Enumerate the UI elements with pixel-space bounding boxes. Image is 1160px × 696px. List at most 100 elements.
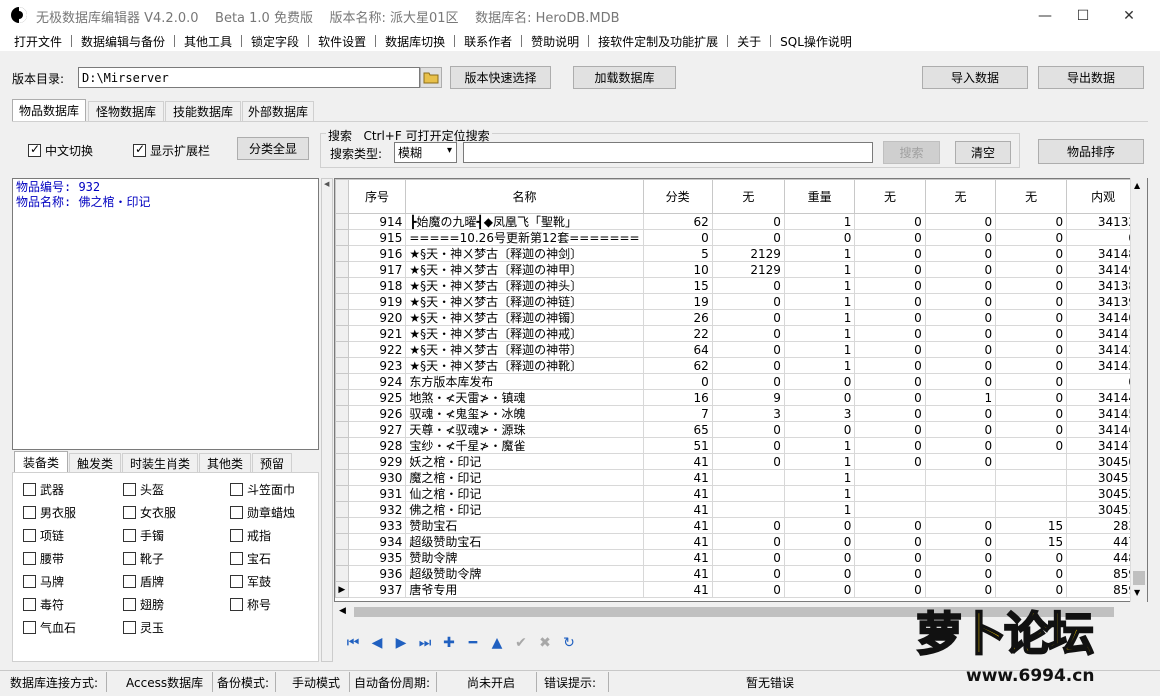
table-cell[interactable]: 3 [711,405,785,422]
row-indicator[interactable] [335,485,349,502]
table-row[interactable]: 920 ★§天・神ㄨ梦古〔释迦の神镯〕 26 0 1 0 0 0 34140 [335,309,1147,326]
table-cell[interactable]: 0 [783,421,856,438]
category-checkbox[interactable]: 翅膀 [123,596,164,613]
table-cell[interactable]: 0 [711,373,785,390]
category-checkbox[interactable]: 勋章蜡烛 [230,504,295,521]
table-cell[interactable]: 0 [711,229,785,246]
maximize-button[interactable]: ☐ [1060,0,1106,31]
table-cell[interactable]: 926 [347,405,407,422]
table-row[interactable]: 916 ★§天・神ㄨ梦古〔释迦の神剑〕 5 2129 1 0 0 0 34148 [335,245,1147,262]
table-cell[interactable]: ★§天・神ㄨ梦古〔释迦の神镯〕 [405,309,644,326]
table-cell[interactable] [711,501,785,518]
table-cell[interactable]: 0 [783,517,856,534]
table-cell[interactable] [924,469,997,486]
load-db-button[interactable]: 加载数据库 [573,66,676,89]
table-cell[interactable]: 10 [642,261,713,278]
table-cell[interactable]: 34147 [1066,437,1140,454]
quick-select-button[interactable]: 版本快速选择 [450,66,551,89]
table-row[interactable]: 914 ┣始魔の九曜┫◆凤凰飞「聖靴」 62 0 1 0 0 0 34132 [335,213,1147,230]
table-row[interactable]: 931 仙之棺・印记 41 1 30452 [335,485,1147,502]
table-cell[interactable]: 7 [642,405,713,422]
menu-db-switch[interactable]: 数据库切换 [376,33,454,50]
table-row[interactable]: 930 魔之棺・印记 41 1 30451 [335,469,1147,486]
table-cell[interactable]: 922 [347,341,407,358]
table-cell[interactable]: 0 [924,549,997,566]
table-cell[interactable]: 0 [854,405,926,422]
table-cell[interactable]: 34132 [1066,213,1140,230]
table-cell[interactable]: 东方版本库发布 [405,373,644,390]
table-cell[interactable] [854,485,926,502]
table-cell[interactable]: 931 [347,485,407,502]
category-checkbox[interactable]: 马牌 [23,573,64,590]
table-cell[interactable]: ★§天・神ㄨ梦古〔释迦の神头〕 [405,277,644,294]
column-header[interactable]: 重量 [783,179,856,214]
table-cell[interactable]: 34143 [1066,357,1140,374]
table-cell[interactable]: 41 [642,453,713,470]
table-cell[interactable]: 30453 [1066,501,1140,518]
table-cell[interactable]: 0 [711,277,785,294]
table-cell[interactable]: 0 [711,421,785,438]
table-cell[interactable]: 0 [783,581,856,598]
row-indicator[interactable] [335,309,349,326]
category-checkbox[interactable]: 斗笠面巾 [230,481,295,498]
table-cell[interactable]: 0 [854,309,926,326]
table-cell[interactable]: 5 [642,245,713,262]
table-cell[interactable]: 34148 [1066,245,1140,262]
table-cell[interactable] [995,453,1068,470]
table-cell[interactable]: ★§天・神ㄨ梦古〔释迦の神带〕 [405,341,644,358]
table-cell[interactable]: 3 [783,405,856,422]
chinese-switch-checkbox[interactable]: 中文切换 [28,142,93,159]
table-cell[interactable]: 22 [642,325,713,342]
table-cell[interactable]: 1 [783,453,856,470]
table-cell[interactable]: 0 [711,565,785,582]
row-indicator[interactable] [335,341,349,358]
menu-sponsor[interactable]: 赞助说明 [522,33,588,50]
table-cell[interactable]: 妖之棺・印记 [405,453,644,470]
category-checkbox[interactable]: 男衣服 [23,504,76,521]
table-cell[interactable]: 929 [347,453,407,470]
search-type-select[interactable]: 模糊 ▾ [394,142,457,163]
table-cell[interactable]: 41 [642,501,713,518]
scroll-up-icon[interactable]: ▲ [1134,181,1140,190]
table-row[interactable]: 917 ★§天・神ㄨ梦古〔释迦の神甲〕 10 2129 1 0 0 0 34149 [335,261,1147,278]
table-cell[interactable]: 0 [995,421,1068,438]
table-cell[interactable]: 932 [347,501,407,518]
table-cell[interactable]: 0 [924,437,997,454]
table-cell[interactable]: 0 [924,213,997,230]
table-cell[interactable]: 唐爷专用 [405,581,644,598]
category-checkbox[interactable]: 灵玉 [123,619,164,636]
table-row[interactable]: 921 ★§天・神ㄨ梦古〔释迦の神戒〕 22 0 1 0 0 0 34141 [335,325,1147,342]
import-button[interactable]: 导入数据 [922,66,1028,89]
table-cell[interactable]: 1 [783,469,856,486]
table-cell[interactable]: 0 [854,277,926,294]
table-cell[interactable]: 0 [995,437,1068,454]
table-cell[interactable]: 26 [642,309,713,326]
table-cell[interactable]: 34141 [1066,325,1140,342]
table-cell[interactable] [854,469,926,486]
row-indicator[interactable] [335,453,349,470]
table-cell[interactable]: 859 [1066,565,1140,582]
table-cell[interactable]: 天尊・≮驭魂≯・源珠 [405,421,644,438]
table-cell[interactable]: 30451 [1066,469,1140,486]
category-checkbox[interactable]: 手镯 [123,527,164,544]
table-cell[interactable]: 914 [347,213,407,230]
table-cell[interactable]: 937 [347,581,407,598]
row-indicator[interactable] [335,357,349,374]
tab-fashion[interactable]: 时装生肖类 [122,453,198,473]
table-cell[interactable]: 1 [783,261,856,278]
table-cell[interactable]: 0 [711,453,785,470]
table-cell[interactable]: 925 [347,389,407,406]
category-checkbox[interactable]: 盾牌 [123,573,164,590]
table-cell[interactable]: 0 [854,245,926,262]
row-indicator[interactable] [335,501,349,518]
table-cell[interactable]: 0 [711,213,785,230]
post-record-icon[interactable]: ✔ [510,633,532,653]
refresh-icon[interactable]: ↻ [558,633,580,653]
table-cell[interactable]: =====10.26号更新第12套======= [405,229,644,246]
table-cell[interactable]: 41 [642,549,713,566]
table-cell[interactable]: 0 [995,245,1068,262]
table-cell[interactable]: 16 [642,389,713,406]
last-record-icon[interactable]: ⏭ [414,633,436,653]
category-checkbox[interactable]: 武器 [23,481,64,498]
table-cell[interactable]: 超级赞助令牌 [405,565,644,582]
